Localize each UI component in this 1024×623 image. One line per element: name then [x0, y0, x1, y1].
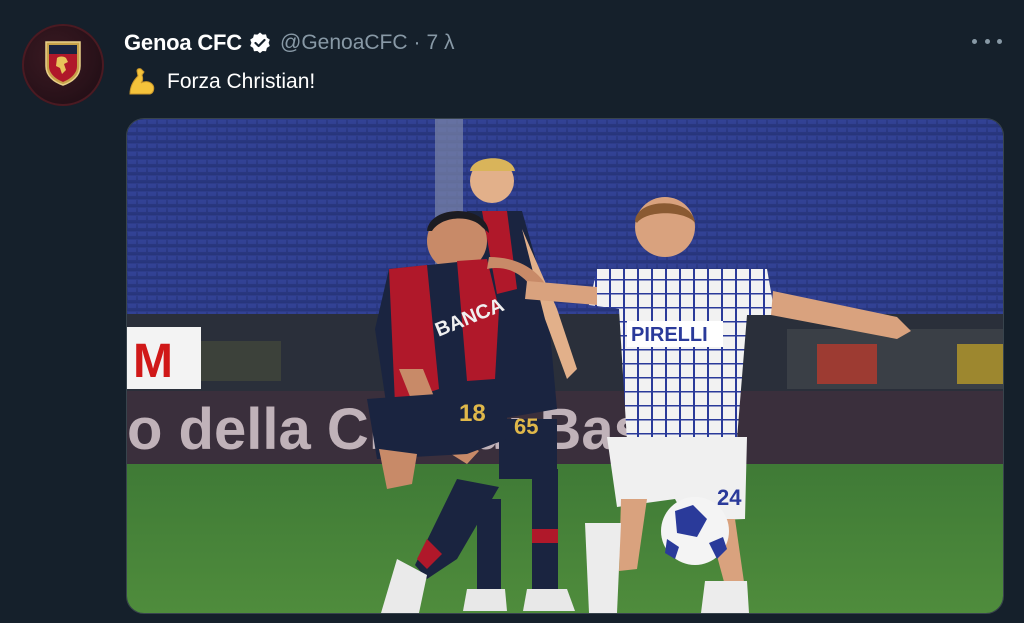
dot: [997, 38, 1002, 44]
sponsor-pirelli: PIRELLI: [631, 324, 708, 346]
profile-avatar[interactable]: [22, 24, 104, 106]
genoa-crest-icon: [45, 41, 81, 86]
jersey-number-65: 65: [514, 414, 538, 439]
jersey-number-24: 24: [717, 485, 742, 510]
football: [661, 497, 729, 565]
handle[interactable]: @GenoaCFC: [280, 31, 408, 55]
tweet-photo[interactable]: M o della Città di Bas 65: [126, 118, 1004, 614]
tweet-header: Genoa CFC @GenoaCFC · 7 λ: [124, 28, 455, 58]
tweet-text-body: Forza Christian!: [167, 70, 316, 93]
more-options-icon[interactable]: [972, 30, 1002, 52]
dot: [984, 38, 990, 44]
dot: [972, 38, 977, 44]
timestamp[interactable]: 7 λ: [427, 31, 455, 55]
separator: ·: [413, 31, 421, 54]
jersey-number-18: 18: [459, 400, 486, 427]
display-name[interactable]: Genoa CFC: [124, 30, 242, 56]
tweet-card[interactable]: Genoa CFC @GenoaCFC · 7 λ Forza Christia…: [0, 0, 1024, 623]
verified-badge-icon: [250, 32, 270, 54]
football-match-photo: M o della Città di Bas 65: [127, 119, 1003, 613]
tweet-text: Forza Christian!: [126, 66, 315, 98]
board-logo-text: M: [133, 335, 173, 388]
flexed-biceps-icon: [129, 68, 155, 95]
